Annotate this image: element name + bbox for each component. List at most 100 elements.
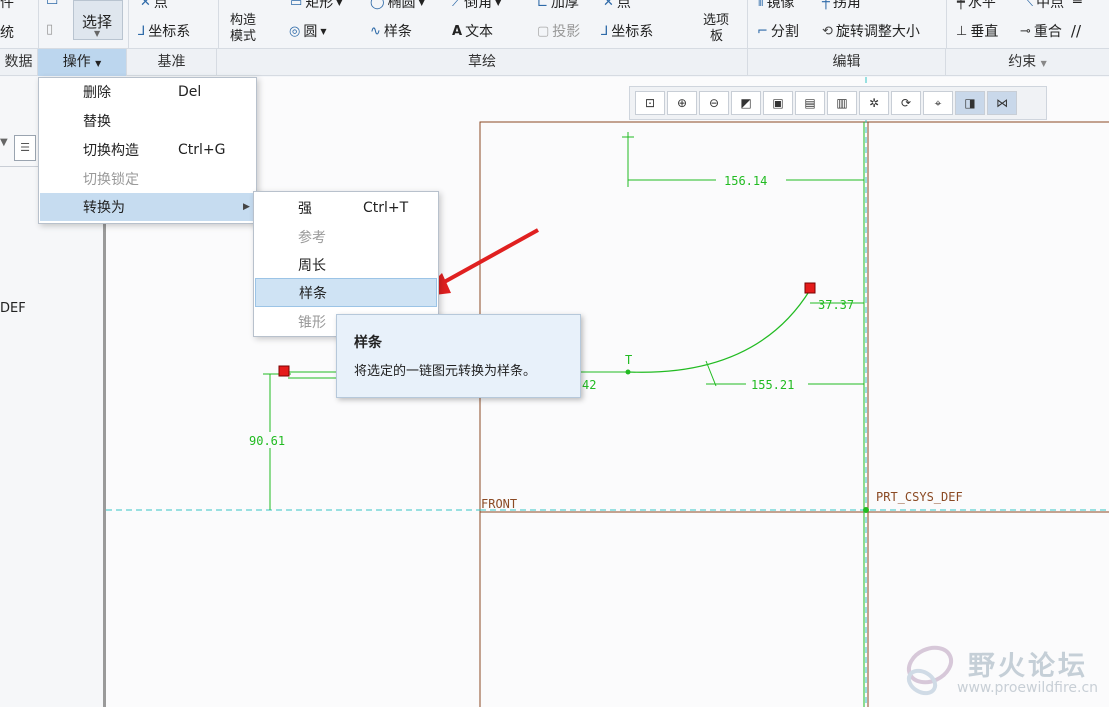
coordinate-system-icon: ⅃ [138, 23, 146, 39]
ribbon-separator [38, 0, 39, 48]
submenu-arrow-icon: ▶ [243, 202, 250, 212]
front-plane-label: FRONT [481, 497, 517, 511]
csys-label: PRT_CSYS_DEF [876, 490, 963, 504]
ribbon-circle-button[interactable]: ◎ 圆 ▼ [289, 21, 327, 41]
ribbon-separator [747, 0, 748, 48]
point-icon: ✕ [603, 0, 614, 10]
ribbon-project-button[interactable]: ▢ 投影 [537, 21, 580, 41]
spline-curve[interactable] [627, 289, 811, 373]
view-toolbar: ⊡ ⊕ ⊖ ◩ ▣ ▤ ▥ ✲ ⟳ ⌖ ◨ ⋈ [629, 86, 1047, 120]
group-data[interactable]: 数据 [0, 49, 38, 76]
ribbon-rectangle-button[interactable]: ▭ 矩形 ▼ [290, 0, 342, 12]
ribbon-csys2-button[interactable]: ⅃ 坐标系 [601, 21, 653, 41]
tree-settings-icon[interactable]: ☰ [14, 135, 36, 161]
selected-endpoint[interactable] [804, 282, 816, 294]
dim-156[interactable]: 156.14 [724, 174, 767, 188]
group-operation[interactable]: 操作 ▼ [38, 49, 127, 76]
group-edit[interactable]: 编辑 [748, 49, 946, 76]
tree-item-csys[interactable]: DEF [0, 301, 26, 316]
divide-icon: ⌐ [757, 23, 768, 39]
tangent-label: T [625, 353, 632, 367]
select-button[interactable]: 选择 ▼ [73, 0, 123, 40]
ribbon-mirror-button[interactable]: ⫴ 镜像 [758, 0, 794, 12]
tooltip-body: 将选定的一链图元转换为样条。 [354, 364, 537, 379]
menu-item-delete[interactable]: 删除 Del [40, 78, 255, 106]
coordinate-system-icon: ⅃ [601, 23, 609, 39]
spin-center-icon[interactable]: ⌖ [923, 91, 953, 115]
dim-155[interactable]: 155.21 [751, 378, 794, 392]
ribbon-ellipse-button[interactable]: ◯ 椭圆 ▼ [370, 0, 425, 12]
menu-item-toggle-construction[interactable]: 切换构造 Ctrl+G [40, 136, 255, 164]
rotate-resize-icon: ⟲ [822, 23, 833, 39]
ribbon-divide-button[interactable]: ⌐ 分割 [757, 21, 799, 41]
display-style-icon[interactable]: ▣ [763, 91, 793, 115]
ribbon-csys-button[interactable]: ⅃ 坐标系 [138, 21, 190, 41]
ribbon-chamfer-button[interactable]: ⟋ 倒角 ▼ [452, 0, 501, 12]
saved-views-icon[interactable]: ▤ [795, 91, 825, 115]
datum-display-icon[interactable]: ✲ [859, 91, 889, 115]
mirror-icon: ⫴ [758, 0, 764, 10]
ribbon-system-label: 统 [0, 25, 14, 41]
ribbon-separator [218, 0, 219, 48]
group-sketch[interactable]: 草绘 [217, 49, 748, 76]
options-panel-button[interactable]: 板 [710, 25, 723, 44]
submenu-item-spline[interactable]: 样条 [255, 278, 437, 307]
ribbon-spline-button[interactable]: ∿ 样条 [370, 21, 412, 41]
origin-point [863, 507, 869, 513]
ribbon-point-button[interactable]: ✕ 点 [140, 0, 168, 12]
group-constraint[interactable]: 约束 ▼ [946, 49, 1109, 76]
sketch-frame [479, 121, 1109, 707]
menu-item-convert-to[interactable]: 转换为 ▶ [40, 193, 255, 221]
tooltip-title: 样条 [354, 335, 382, 351]
dim-90[interactable]: 90.61 [249, 434, 285, 448]
coincident-icon: ⊸ [1020, 23, 1031, 39]
selected-endpoint[interactable] [278, 365, 290, 377]
ribbon-thicken-button[interactable]: ⊏ 加厚 [537, 0, 579, 12]
ribbon-text-button[interactable]: A 文本 [452, 21, 493, 41]
operation-menu: 删除 Del 替换 切换构造 Ctrl+G 切换锁定 转换为 ▶ [38, 77, 257, 224]
ribbon-corner-button[interactable]: ┼ 拐角 [822, 0, 861, 12]
menu-item-replace[interactable]: 替换 [40, 107, 255, 135]
view-manager-icon[interactable]: ▥ [827, 91, 857, 115]
tree-dropdown-icon[interactable]: ▼ [0, 137, 8, 148]
sketcher-display-icon[interactable]: ⋈ [987, 91, 1017, 115]
corner-icon: ┼ [822, 0, 830, 10]
ribbon-horizontal-button[interactable]: ┿ 水平 [957, 0, 996, 12]
construct-mode-button[interactable]: 模式 [230, 25, 256, 44]
thicken-icon: ⊏ [537, 0, 548, 10]
submenu-item-perimeter[interactable]: 周长 [255, 250, 437, 279]
text-icon: A [452, 23, 463, 39]
submenu-item-strong[interactable]: 强 Ctrl+T [255, 193, 437, 222]
zoom-in-icon[interactable]: ⊕ [667, 91, 697, 115]
ribbon-separator [128, 0, 129, 48]
midpoint-icon: ⟍ [1024, 0, 1034, 10]
ellipse-icon: ◯ [370, 0, 385, 10]
ribbon-separator [946, 0, 947, 48]
tooltip: 样条 将选定的一链图元转换为样条。 [336, 314, 581, 398]
chamfer-icon: ⟋ [452, 0, 462, 10]
clipboard-icon[interactable]: ▯ [46, 22, 53, 37]
ribbon-point2-button[interactable]: ✕ 点 [603, 0, 631, 12]
sketch-view-icon[interactable]: ◨ [955, 91, 985, 115]
dim-37[interactable]: 37.37 [818, 298, 854, 312]
group-datum[interactable]: 基准 [127, 49, 217, 76]
paste-icon[interactable]: ▭ [46, 0, 58, 9]
dim-leader [705, 360, 717, 387]
annotation-display-icon[interactable]: ⟳ [891, 91, 921, 115]
parallel-icon: // [1070, 22, 1082, 40]
ribbon-rotate-resize-button[interactable]: ⟲ 旋转调整大小 [822, 21, 920, 41]
zoom-out-icon[interactable]: ⊖ [699, 91, 729, 115]
spline-icon: ∿ [370, 23, 381, 39]
point-icon: ✕ [140, 0, 151, 10]
dim-42[interactable]: 42 [582, 378, 596, 392]
repaint-icon[interactable]: ◩ [731, 91, 761, 115]
ribbon: 件 统 ▭ ▯ 选择 ▼ ✕ 点 ⅃ 坐标系 构造 模式 ▭ 矩形 ▼ ◎ 圆 ▼ ◯ 椭圆 ▼… [0, 0, 1109, 49]
panel-divider-line [0, 166, 38, 167]
ribbon-coincident-button[interactable]: ⊸ 重合// [1020, 21, 1081, 41]
ribbon-vertical-button[interactable]: ⊥ 垂直 [956, 21, 998, 41]
ribbon-file-label: 件 [0, 0, 14, 11]
vertical-icon: ⊥ [956, 23, 968, 39]
submenu-item-reference: 参考 [298, 229, 326, 246]
refit-icon[interactable]: ⊡ [635, 91, 665, 115]
ribbon-midpoint-button[interactable]: ⟍ 中点 ═ [1024, 0, 1082, 12]
